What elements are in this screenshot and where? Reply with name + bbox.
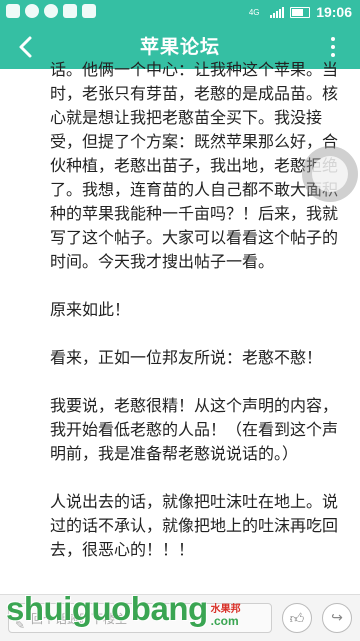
- bottom-bar: ✎ 回个话鼓励下楼主 👍︎ ↪: [0, 594, 360, 641]
- notification-icons: [6, 4, 96, 18]
- post-paragraph: 人说出去的话，就像把吐沫吐在地上。说过的话不承认，就像把地上的吐沫再吃回去，很恶…: [50, 492, 339, 559]
- battery-icon: [290, 6, 311, 18]
- post-paragraph: 原来如此！: [50, 300, 131, 319]
- reply-input[interactable]: ✎ 回个话鼓励下楼主: [8, 603, 272, 633]
- signal-icon: [270, 6, 285, 18]
- like-button[interactable]: 👍︎: [282, 603, 312, 633]
- network-type: 4G: [248, 7, 260, 17]
- reply-placeholder: 回个话鼓励下楼主: [31, 612, 128, 626]
- post-content: 话。他俩一个中心：让我种这个苹果。当时，老张只有芽苗，老憨的是成品苗。核心就是想…: [50, 60, 350, 586]
- pencil-icon: ✎: [15, 618, 26, 632]
- app-notification-icon: [63, 4, 77, 18]
- wechat-icon: [25, 4, 39, 18]
- share-button[interactable]: ↪: [322, 603, 352, 633]
- post-paragraph: 看来，正如一位邦友所说：老憨不憨！: [50, 348, 323, 367]
- gallery-icon: [82, 4, 96, 18]
- thumbs-up-icon: 👍︎: [289, 610, 305, 627]
- notification-icon: [6, 4, 20, 18]
- clock: 19:06: [316, 4, 352, 20]
- wechat-icon: [44, 4, 58, 18]
- status-bar: 4G 19:06: [0, 0, 360, 25]
- share-icon: ↪: [331, 610, 343, 626]
- assistive-touch-button[interactable]: [302, 146, 358, 202]
- post-paragraph: 我要说，老憨很精！从这个声明的内容，我开始看低老憨的人品！（在看到这个声明前，我…: [50, 396, 339, 463]
